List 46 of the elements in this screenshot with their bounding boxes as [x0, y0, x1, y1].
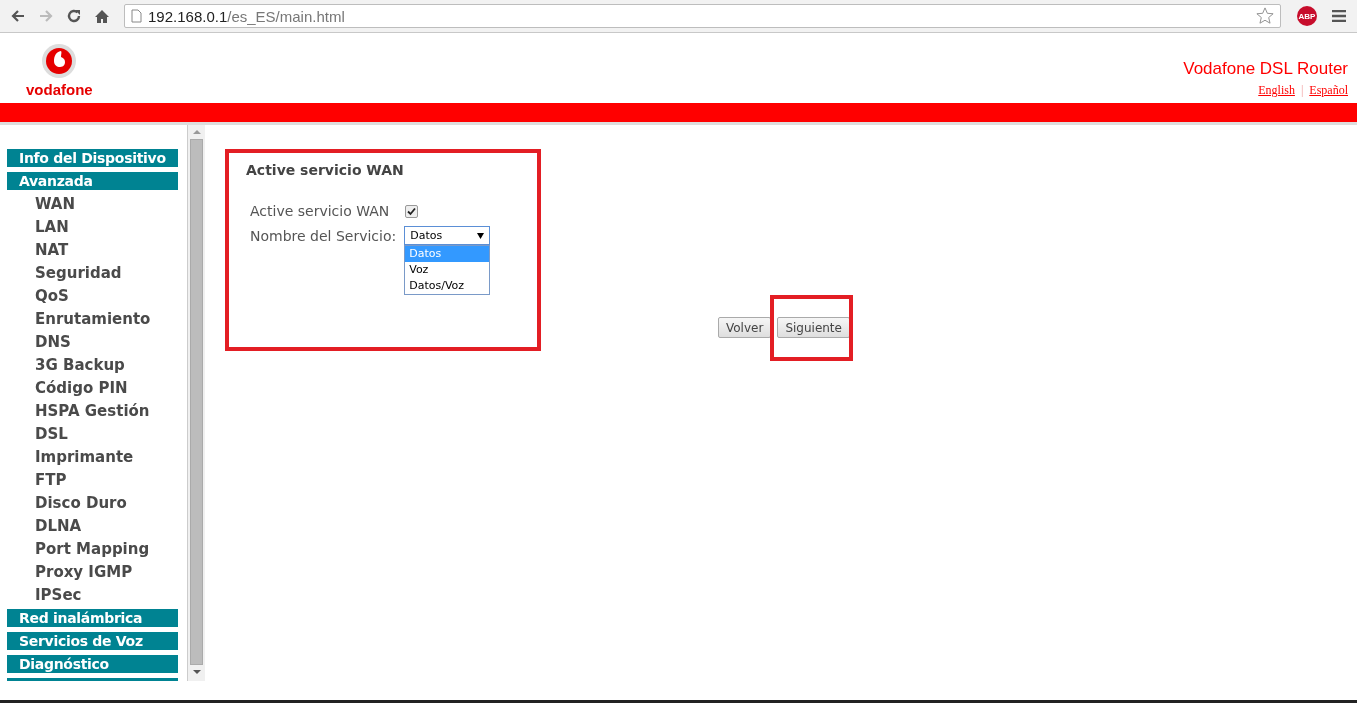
logo-text: vodafone — [26, 81, 93, 98]
scrollbar[interactable] — [188, 125, 205, 681]
url-text: 192.168.0.1/es_ES/main.html — [148, 7, 345, 25]
menu-item[interactable]: Port Mapping — [7, 540, 187, 558]
menu-heading[interactable]: Red inalámbrica — [7, 609, 178, 627]
menu-item[interactable]: NAT — [7, 241, 187, 259]
menu-item[interactable]: Proxy IGMP — [7, 563, 187, 581]
router-title: Vodafone DSL Router — [1183, 59, 1348, 79]
language-link[interactable]: English — [1258, 83, 1295, 98]
menu-item[interactable]: IPSec — [7, 586, 187, 604]
menu-heading[interactable]: Avanzada — [7, 172, 178, 190]
next-button[interactable]: Siguiente — [777, 317, 850, 338]
menu-heading[interactable]: Info del Dispositivo — [7, 149, 178, 167]
menu-item[interactable]: Imprimante — [7, 448, 187, 466]
menu-item[interactable]: HSPA Gestión — [7, 402, 187, 420]
logo-icon — [41, 43, 78, 79]
scroll-thumb[interactable] — [190, 139, 203, 665]
menu-item[interactable]: DNS — [7, 333, 187, 351]
field-label: Active servicio WAN — [250, 203, 390, 219]
menu-item[interactable]: Enrutamiento — [7, 310, 187, 328]
extension-badge[interactable]: ABP — [1297, 6, 1317, 26]
service-dropdown[interactable]: Datos — [404, 226, 491, 245]
dropdown-value: Datos — [410, 229, 443, 242]
menu-item[interactable]: Seguridad — [7, 264, 187, 282]
star-icon[interactable] — [1256, 7, 1274, 25]
page-icon — [131, 9, 142, 23]
menu-item[interactable]: WAN — [7, 195, 187, 213]
menu-item[interactable]: LAN — [7, 218, 187, 236]
menu-item[interactable]: FTP — [7, 471, 187, 489]
section-title: Active servicio WAN — [246, 162, 405, 178]
language-link[interactable]: Español — [1309, 83, 1348, 98]
menu-item[interactable]: DLNA — [7, 517, 187, 535]
checkbox[interactable] — [405, 204, 419, 218]
back-button[interactable]: Volver — [718, 317, 772, 338]
menu-item[interactable]: 3G Backup — [7, 356, 187, 374]
address-bar[interactable]: 192.168.0.1/es_ES/main.html — [124, 4, 1281, 28]
menu-item[interactable]: Disco Duro — [7, 494, 187, 512]
caret-icon — [477, 232, 485, 239]
menu-heading[interactable]: Servicios de Voz — [7, 632, 178, 650]
scroll-down-icon[interactable] — [192, 669, 201, 675]
menu-item[interactable]: QoS — [7, 287, 187, 305]
menu-heading[interactable]: Diagnóstico — [7, 655, 178, 673]
menu-item[interactable]: DSL — [7, 425, 187, 443]
field-label: Nombre del Servicio: — [250, 227, 397, 244]
separator-text: | — [1300, 83, 1304, 98]
menu-item[interactable]: Código PIN — [7, 379, 187, 397]
